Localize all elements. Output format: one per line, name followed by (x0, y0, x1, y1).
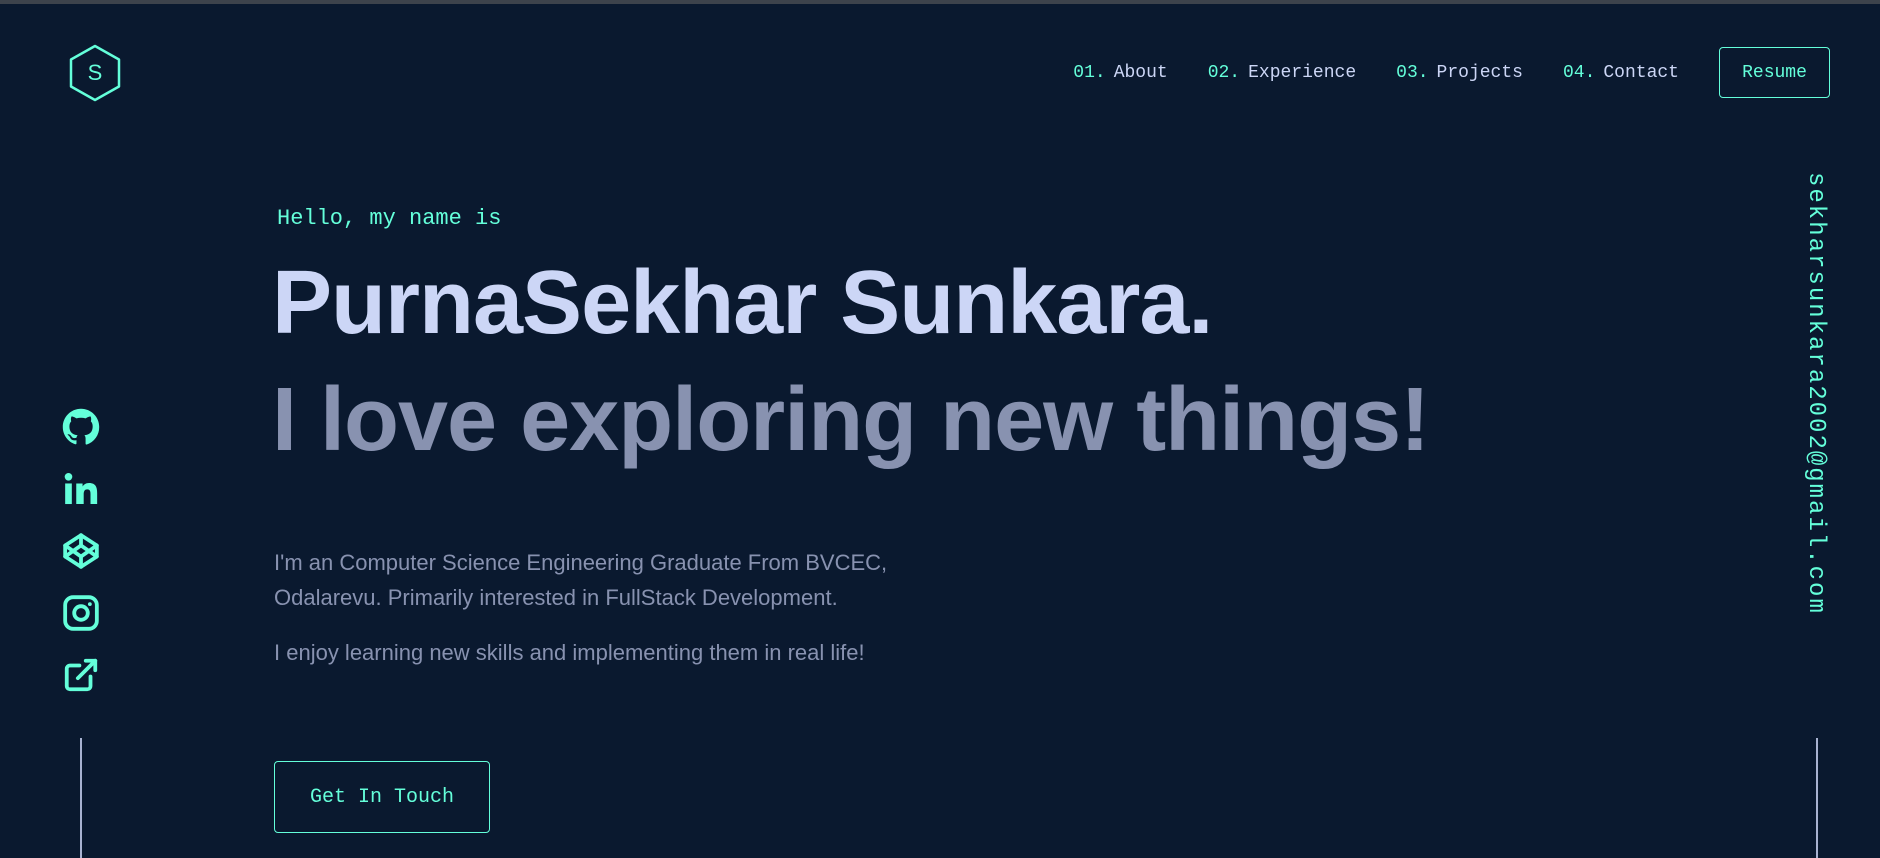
instagram-icon[interactable] (60, 592, 102, 634)
nav-label: Contact (1603, 62, 1679, 83)
nav-number: 01. (1073, 62, 1106, 83)
nav-label: Projects (1436, 62, 1523, 83)
main-nav: 01. About 02. Experience 03. Projects 04. Co… (1073, 47, 1830, 98)
codepen-icon[interactable] (60, 530, 102, 572)
nav-label: About (1113, 62, 1168, 83)
external-link-icon[interactable] (60, 654, 102, 696)
site-logo[interactable]: S (67, 43, 123, 103)
hexagon-logo-icon: S (69, 44, 121, 102)
nav-item-contact[interactable]: 04. Contact (1563, 63, 1679, 83)
nav-number: 04. (1562, 62, 1596, 83)
linkedin-icon[interactable] (60, 468, 102, 510)
nav-item-about[interactable]: 01. About (1073, 63, 1167, 83)
hero-name: PurnaSekhar Sunkara. (272, 253, 1213, 353)
nav-label: Experience (1248, 62, 1357, 83)
window-top-strip (0, 0, 1880, 4)
resume-button[interactable]: Resume (1719, 47, 1830, 98)
email-divider-line (1816, 738, 1818, 858)
nav-item-experience[interactable]: 02. Experience (1208, 63, 1356, 83)
email-link[interactable]: sekharsunkara2002@gmail.com (1802, 172, 1829, 615)
nav-item-projects[interactable]: 03. Projects (1396, 63, 1523, 83)
logo-letter: S (88, 60, 103, 85)
nav-number: 03. (1396, 62, 1429, 83)
social-links (60, 406, 102, 716)
hero-intro: Hello, my name is (277, 206, 502, 231)
nav-number: 02. (1207, 62, 1241, 83)
hero-tagline: I love exploring new things! (272, 370, 1430, 470)
github-icon[interactable] (60, 406, 102, 448)
hero-description: I'm an Computer Science Engineering Grad… (274, 550, 888, 610)
get-in-touch-button[interactable]: Get In Touch (274, 761, 490, 833)
social-divider-line (80, 738, 82, 858)
hero-description-secondary: I enjoy learning new skills and implemen… (274, 640, 865, 665)
